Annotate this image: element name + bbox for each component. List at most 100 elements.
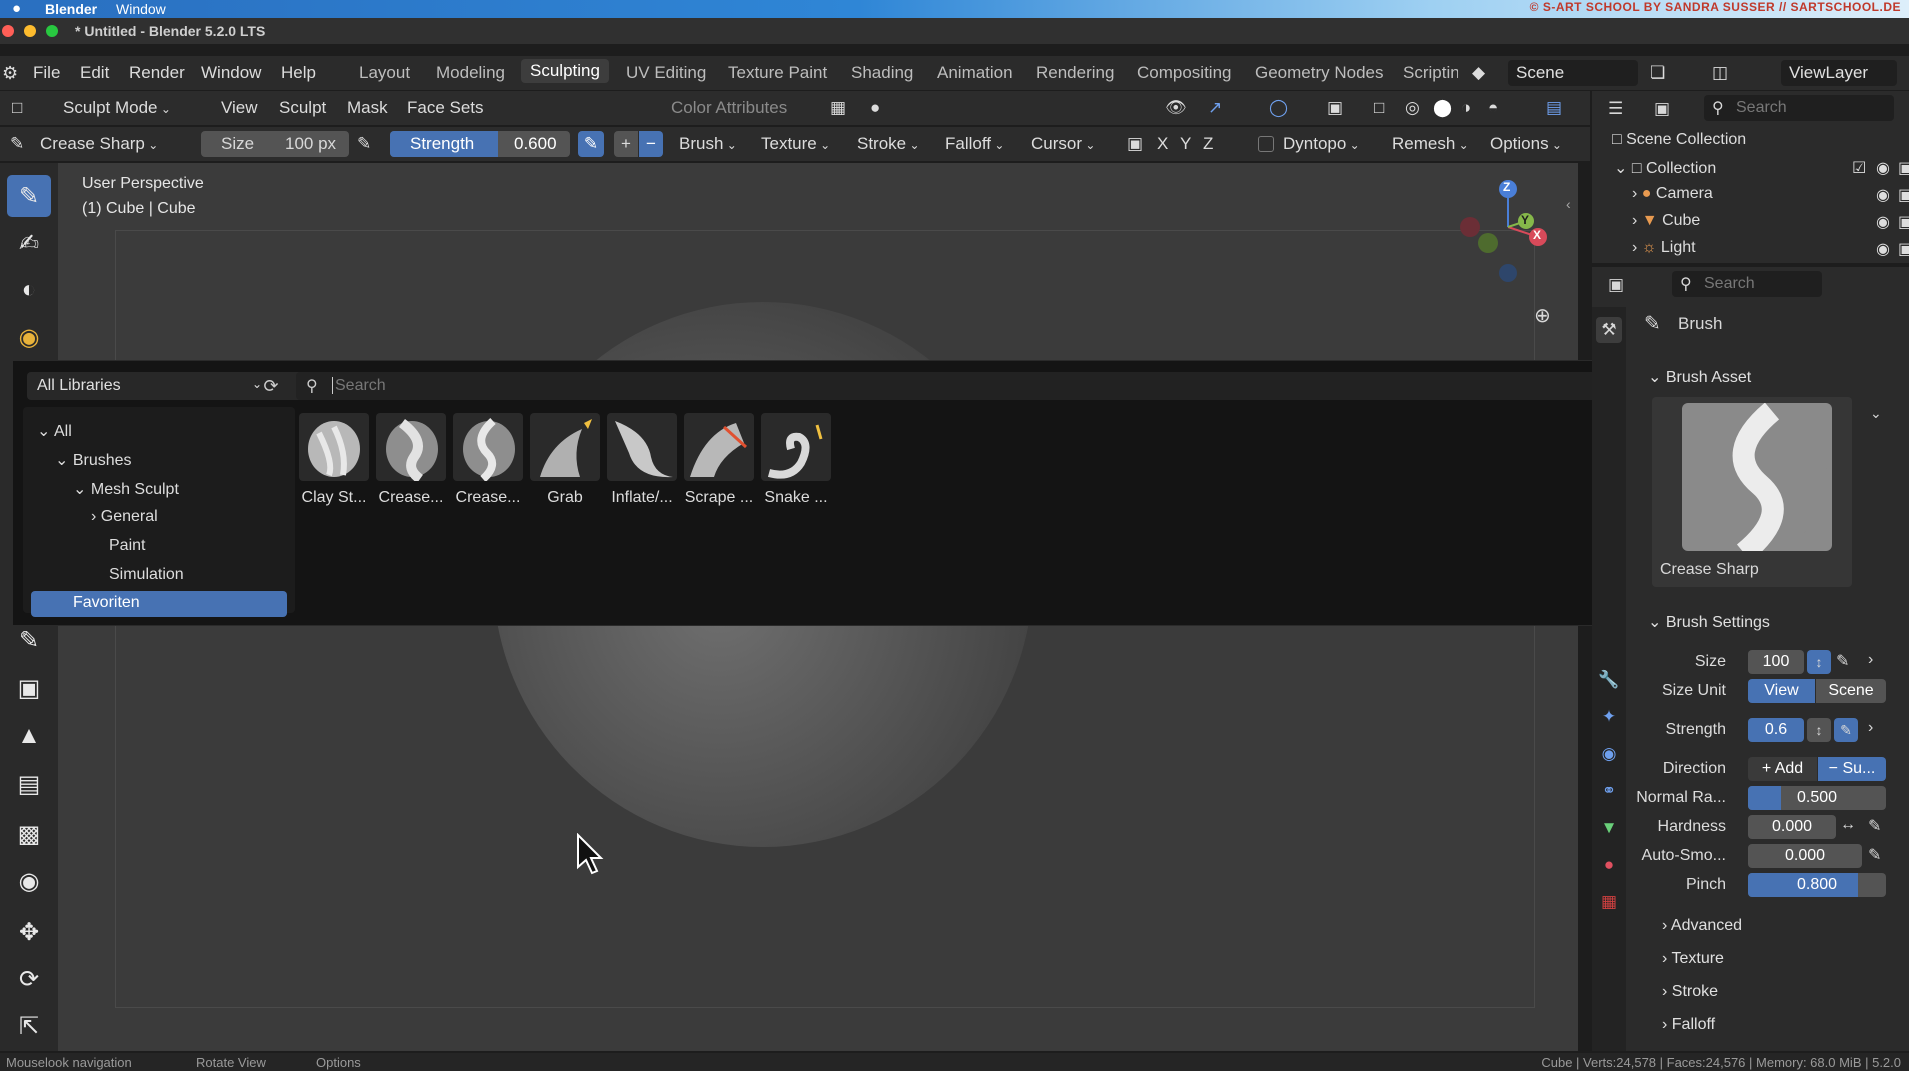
size-field[interactable]: 100 [1748,650,1804,674]
remesh-menu[interactable]: Remesh [1392,134,1469,154]
tree-item-all[interactable]: ⌄ All [37,421,72,441]
chevron-right-icon[interactable]: › [1868,719,1873,737]
zoom-window-button[interactable] [46,25,58,37]
direction-add-button[interactable]: + [614,131,638,157]
tool-tab-icon[interactable]: ⚒ [1596,317,1622,343]
menu-view[interactable]: View [221,98,258,118]
blender-logo-icon[interactable]: ⚙ [2,63,18,84]
outliner-scene-collection[interactable]: □ Scene Collection [1612,131,1746,149]
symmetry-y-button[interactable]: Y [1180,134,1191,154]
eye-icon[interactable]: ◉ [1876,212,1890,232]
outliner-item-cube[interactable]: › ▼ Cube ◉ ▣ [1632,212,1909,232]
face-set-tool-icon[interactable]: ◉ [7,316,51,358]
tab-rendering[interactable]: Rendering [1036,63,1114,83]
normal-radius-slider[interactable]: 0.500 [1748,786,1886,810]
menu-file[interactable]: File [33,63,60,83]
eye-icon[interactable]: ◉ [1876,185,1890,205]
color-attributes-menu[interactable]: Color Attributes [671,98,787,118]
hardness-field[interactable]: 0.000 [1748,815,1836,839]
stroke-menu[interactable]: Stroke [857,134,920,154]
editor-type-icon[interactable]: □ [12,98,22,118]
strength-slider[interactable]: Strength 0.600 [390,131,570,157]
tab-uv-editing[interactable]: UV Editing [626,63,706,83]
size-pressure-icon[interactable]: ✎ [1836,651,1849,671]
menu-face-sets[interactable]: Face Sets [407,98,484,118]
texture-section-header[interactable]: › Texture [1662,950,1724,968]
physics-tab-icon[interactable]: ◉ [1596,741,1622,767]
tab-compositing[interactable]: Compositing [1137,63,1232,83]
asset-scrape[interactable]: Scrape ... [684,413,754,507]
brush-asset-section-header[interactable]: ⌄ Brush Asset [1648,367,1751,387]
direction-subtract-button[interactable]: − [639,131,663,157]
brush-selector[interactable]: Crease Sharp [40,134,190,154]
minimize-window-button[interactable] [24,25,36,37]
asset-crease-polish[interactable]: Crease... [376,413,446,507]
line-project-tool-icon[interactable]: ▤ [7,763,51,805]
outliner-collection[interactable]: ⌄ □ Collection ☑ ◉ ▣ [1614,158,1909,178]
menu-edit[interactable]: Edit [80,63,109,83]
tree-item-favoriten[interactable]: Favoriten [31,591,287,617]
gizmo-icon[interactable]: ↗ [1208,98,1222,118]
menu-render[interactable]: Render [129,63,185,83]
visibility-icon[interactable]: 👁 [1165,98,1187,118]
strength-field[interactable]: 0.6 [1748,718,1804,742]
cursor-menu[interactable]: Cursor [1031,134,1095,154]
size-pressure-icon[interactable]: ✎ [357,134,371,154]
asset-search-input[interactable]: ⚲ Search [296,372,1633,400]
chevron-down-icon[interactable]: ⌄ [1870,405,1882,422]
draw-brush-tool-icon[interactable]: ✎ [7,175,51,217]
viewlayer-field[interactable]: ViewLayer [1781,60,1897,86]
outliner-editor-icon[interactable]: ☰ [1608,99,1623,119]
camera-icon[interactable]: ▣ [1898,212,1909,232]
brush-icon[interactable]: ✎ [10,134,24,154]
sidebar-toggle-icon[interactable]: ▤ [1546,98,1562,118]
size-unit-icon[interactable]: ↕ [1807,650,1831,674]
scene-field[interactable]: Scene [1508,60,1638,86]
mask-tool-icon[interactable]: ◐ [7,269,51,311]
tab-animation[interactable]: Animation [937,63,1013,83]
tab-layout[interactable]: Layout [359,63,410,83]
properties-search-input[interactable]: ⚲ Search [1672,271,1822,297]
properties-editor-icon[interactable]: ▣ [1608,275,1624,295]
outliner-item-light[interactable]: › ☼ Light ◉ ▣ [1632,239,1909,259]
tab-modeling[interactable]: Modeling [436,63,505,83]
asset-grab[interactable]: Grab [530,413,600,507]
rendered-shading-icon[interactable]: ◓ [1488,98,1498,118]
solid-shading-icon[interactable]: ⬤ [1433,98,1452,118]
close-window-button[interactable] [2,25,14,37]
asset-snake-hook[interactable]: Snake ... [761,413,831,507]
particles-tab-icon[interactable]: ✦ [1596,704,1622,730]
mode-selector[interactable]: Sculpt Mode [63,98,171,118]
pinch-slider[interactable]: 0.800 [1748,873,1886,897]
overlay-icon[interactable]: ◯ [1269,98,1288,118]
camera-icon[interactable]: ▣ [1898,239,1909,259]
checkbox-icon[interactable]: ☑ [1852,158,1866,178]
toggle-icon[interactable]: □ [1374,98,1384,118]
chevron-right-icon[interactable]: › [1868,651,1873,669]
mac-menu-window[interactable]: Window [116,1,166,17]
symmetry-mirror-icon[interactable]: ▣ [1127,134,1143,154]
trim-tool-icon[interactable]: ▲ [7,715,51,757]
hardness-pressure-icon[interactable]: ✎ [1868,816,1881,836]
strength-pressure-icon[interactable]: ✎ [578,131,604,157]
falloff-menu[interactable]: Falloff [945,134,1004,154]
modifier-tab-icon[interactable]: 🔧 [1596,667,1622,693]
hardness-invert-icon[interactable]: ↔ [1840,816,1856,834]
options-menu[interactable]: Options [1490,134,1562,154]
tree-item-brushes[interactable]: ⌄ Brushes [55,450,132,470]
tab-sculpting[interactable]: Sculpting [521,59,609,83]
scale-tool-icon[interactable]: ⇱ [7,1005,51,1047]
symmetry-icon[interactable]: ▦ [830,98,846,118]
strength-unit-icon[interactable]: ↕ [1807,718,1831,742]
size-unit-scene-button[interactable]: Scene [1816,679,1886,703]
texture-menu[interactable]: Texture [761,134,830,154]
dyntopo-menu[interactable]: Dyntopo [1283,134,1360,154]
auto-smooth-pressure-icon[interactable]: ✎ [1868,845,1881,865]
refresh-icon[interactable]: ⟳ [257,372,285,400]
tab-scripting[interactable]: Scriptin [1403,63,1458,83]
symmetry-z-button[interactable]: Z [1203,134,1213,154]
material-shading-icon[interactable]: ◑ [1461,98,1471,118]
eye-icon[interactable]: ◉ [1876,239,1890,259]
camera-icon[interactable]: ▣ [1898,185,1909,205]
mesh-filter-tool-icon[interactable]: ▩ [7,813,51,855]
